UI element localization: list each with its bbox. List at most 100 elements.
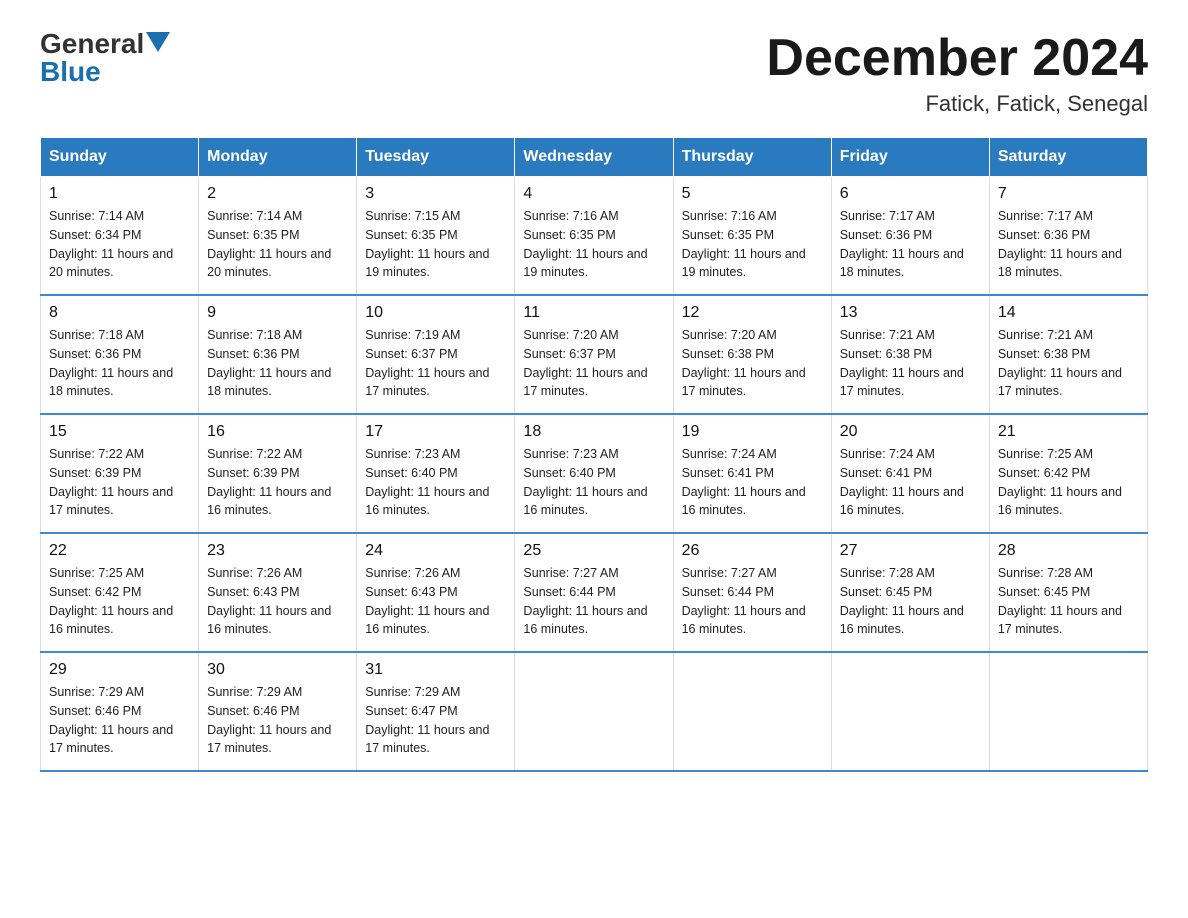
calendar-cell: 2 Sunrise: 7:14 AM Sunset: 6:35 PM Dayli… — [199, 177, 357, 296]
calendar-header-row: SundayMondayTuesdayWednesdayThursdayFrid… — [41, 138, 1148, 177]
calendar-cell: 3 Sunrise: 7:15 AM Sunset: 6:35 PM Dayli… — [357, 177, 515, 296]
day-info: Sunrise: 7:25 AM Sunset: 6:42 PM Dayligh… — [49, 564, 190, 639]
calendar-cell: 9 Sunrise: 7:18 AM Sunset: 6:36 PM Dayli… — [199, 295, 357, 414]
calendar-week-row: 22 Sunrise: 7:25 AM Sunset: 6:42 PM Dayl… — [41, 533, 1148, 652]
col-header-saturday: Saturday — [989, 138, 1147, 177]
calendar-cell: 17 Sunrise: 7:23 AM Sunset: 6:40 PM Dayl… — [357, 414, 515, 533]
calendar-cell: 29 Sunrise: 7:29 AM Sunset: 6:46 PM Dayl… — [41, 652, 199, 771]
day-number: 9 — [207, 304, 348, 322]
logo: General Blue — [40, 30, 170, 86]
calendar-table: SundayMondayTuesdayWednesdayThursdayFrid… — [40, 137, 1148, 772]
day-number: 13 — [840, 304, 981, 322]
calendar-week-row: 29 Sunrise: 7:29 AM Sunset: 6:46 PM Dayl… — [41, 652, 1148, 771]
page-header: General Blue December 2024 Fatick, Fatic… — [40, 30, 1148, 117]
logo-blue-text: Blue — [40, 58, 101, 86]
day-info: Sunrise: 7:24 AM Sunset: 6:41 PM Dayligh… — [840, 445, 981, 520]
day-number: 24 — [365, 542, 506, 560]
calendar-cell: 14 Sunrise: 7:21 AM Sunset: 6:38 PM Dayl… — [989, 295, 1147, 414]
logo-general-text: General — [40, 30, 144, 58]
day-info: Sunrise: 7:21 AM Sunset: 6:38 PM Dayligh… — [840, 326, 981, 401]
day-number: 26 — [682, 542, 823, 560]
calendar-week-row: 8 Sunrise: 7:18 AM Sunset: 6:36 PM Dayli… — [41, 295, 1148, 414]
day-info: Sunrise: 7:15 AM Sunset: 6:35 PM Dayligh… — [365, 207, 506, 282]
logo-triangle-icon — [146, 32, 170, 52]
calendar-cell: 10 Sunrise: 7:19 AM Sunset: 6:37 PM Dayl… — [357, 295, 515, 414]
col-header-monday: Monday — [199, 138, 357, 177]
location-subtitle: Fatick, Fatick, Senegal — [766, 91, 1148, 117]
day-info: Sunrise: 7:22 AM Sunset: 6:39 PM Dayligh… — [49, 445, 190, 520]
day-number: 6 — [840, 185, 981, 203]
day-info: Sunrise: 7:25 AM Sunset: 6:42 PM Dayligh… — [998, 445, 1139, 520]
calendar-cell: 8 Sunrise: 7:18 AM Sunset: 6:36 PM Dayli… — [41, 295, 199, 414]
day-number: 11 — [523, 304, 664, 322]
calendar-cell: 23 Sunrise: 7:26 AM Sunset: 6:43 PM Dayl… — [199, 533, 357, 652]
day-number: 14 — [998, 304, 1139, 322]
day-number: 25 — [523, 542, 664, 560]
calendar-cell: 12 Sunrise: 7:20 AM Sunset: 6:38 PM Dayl… — [673, 295, 831, 414]
day-info: Sunrise: 7:26 AM Sunset: 6:43 PM Dayligh… — [365, 564, 506, 639]
day-number: 3 — [365, 185, 506, 203]
day-info: Sunrise: 7:29 AM Sunset: 6:46 PM Dayligh… — [49, 683, 190, 758]
day-info: Sunrise: 7:16 AM Sunset: 6:35 PM Dayligh… — [523, 207, 664, 282]
calendar-cell: 6 Sunrise: 7:17 AM Sunset: 6:36 PM Dayli… — [831, 177, 989, 296]
day-number: 21 — [998, 423, 1139, 441]
day-number: 1 — [49, 185, 190, 203]
calendar-cell: 7 Sunrise: 7:17 AM Sunset: 6:36 PM Dayli… — [989, 177, 1147, 296]
calendar-cell: 25 Sunrise: 7:27 AM Sunset: 6:44 PM Dayl… — [515, 533, 673, 652]
day-number: 22 — [49, 542, 190, 560]
calendar-cell: 5 Sunrise: 7:16 AM Sunset: 6:35 PM Dayli… — [673, 177, 831, 296]
calendar-cell: 30 Sunrise: 7:29 AM Sunset: 6:46 PM Dayl… — [199, 652, 357, 771]
day-info: Sunrise: 7:16 AM Sunset: 6:35 PM Dayligh… — [682, 207, 823, 282]
day-number: 31 — [365, 661, 506, 679]
day-number: 17 — [365, 423, 506, 441]
day-info: Sunrise: 7:22 AM Sunset: 6:39 PM Dayligh… — [207, 445, 348, 520]
col-header-sunday: Sunday — [41, 138, 199, 177]
day-number: 5 — [682, 185, 823, 203]
day-info: Sunrise: 7:17 AM Sunset: 6:36 PM Dayligh… — [998, 207, 1139, 282]
day-number: 27 — [840, 542, 981, 560]
day-info: Sunrise: 7:28 AM Sunset: 6:45 PM Dayligh… — [840, 564, 981, 639]
calendar-cell: 19 Sunrise: 7:24 AM Sunset: 6:41 PM Dayl… — [673, 414, 831, 533]
day-number: 18 — [523, 423, 664, 441]
calendar-week-row: 1 Sunrise: 7:14 AM Sunset: 6:34 PM Dayli… — [41, 177, 1148, 296]
day-number: 23 — [207, 542, 348, 560]
day-info: Sunrise: 7:23 AM Sunset: 6:40 PM Dayligh… — [523, 445, 664, 520]
day-number: 20 — [840, 423, 981, 441]
month-title: December 2024 — [766, 30, 1148, 87]
calendar-cell: 18 Sunrise: 7:23 AM Sunset: 6:40 PM Dayl… — [515, 414, 673, 533]
day-number: 30 — [207, 661, 348, 679]
day-number: 28 — [998, 542, 1139, 560]
day-number: 19 — [682, 423, 823, 441]
day-number: 12 — [682, 304, 823, 322]
calendar-cell: 15 Sunrise: 7:22 AM Sunset: 6:39 PM Dayl… — [41, 414, 199, 533]
day-info: Sunrise: 7:29 AM Sunset: 6:47 PM Dayligh… — [365, 683, 506, 758]
calendar-cell: 24 Sunrise: 7:26 AM Sunset: 6:43 PM Dayl… — [357, 533, 515, 652]
day-info: Sunrise: 7:23 AM Sunset: 6:40 PM Dayligh… — [365, 445, 506, 520]
day-number: 7 — [998, 185, 1139, 203]
day-info: Sunrise: 7:26 AM Sunset: 6:43 PM Dayligh… — [207, 564, 348, 639]
calendar-cell: 26 Sunrise: 7:27 AM Sunset: 6:44 PM Dayl… — [673, 533, 831, 652]
calendar-cell: 13 Sunrise: 7:21 AM Sunset: 6:38 PM Dayl… — [831, 295, 989, 414]
calendar-cell: 16 Sunrise: 7:22 AM Sunset: 6:39 PM Dayl… — [199, 414, 357, 533]
day-info: Sunrise: 7:18 AM Sunset: 6:36 PM Dayligh… — [207, 326, 348, 401]
calendar-cell — [673, 652, 831, 771]
day-info: Sunrise: 7:27 AM Sunset: 6:44 PM Dayligh… — [682, 564, 823, 639]
calendar-cell: 31 Sunrise: 7:29 AM Sunset: 6:47 PM Dayl… — [357, 652, 515, 771]
calendar-cell — [831, 652, 989, 771]
calendar-week-row: 15 Sunrise: 7:22 AM Sunset: 6:39 PM Dayl… — [41, 414, 1148, 533]
day-info: Sunrise: 7:27 AM Sunset: 6:44 PM Dayligh… — [523, 564, 664, 639]
col-header-tuesday: Tuesday — [357, 138, 515, 177]
day-number: 16 — [207, 423, 348, 441]
calendar-cell: 20 Sunrise: 7:24 AM Sunset: 6:41 PM Dayl… — [831, 414, 989, 533]
day-info: Sunrise: 7:29 AM Sunset: 6:46 PM Dayligh… — [207, 683, 348, 758]
calendar-cell — [989, 652, 1147, 771]
calendar-cell: 28 Sunrise: 7:28 AM Sunset: 6:45 PM Dayl… — [989, 533, 1147, 652]
calendar-cell — [515, 652, 673, 771]
day-info: Sunrise: 7:28 AM Sunset: 6:45 PM Dayligh… — [998, 564, 1139, 639]
calendar-cell: 22 Sunrise: 7:25 AM Sunset: 6:42 PM Dayl… — [41, 533, 199, 652]
title-block: December 2024 Fatick, Fatick, Senegal — [766, 30, 1148, 117]
col-header-wednesday: Wednesday — [515, 138, 673, 177]
calendar-cell: 1 Sunrise: 7:14 AM Sunset: 6:34 PM Dayli… — [41, 177, 199, 296]
col-header-friday: Friday — [831, 138, 989, 177]
day-info: Sunrise: 7:20 AM Sunset: 6:37 PM Dayligh… — [523, 326, 664, 401]
